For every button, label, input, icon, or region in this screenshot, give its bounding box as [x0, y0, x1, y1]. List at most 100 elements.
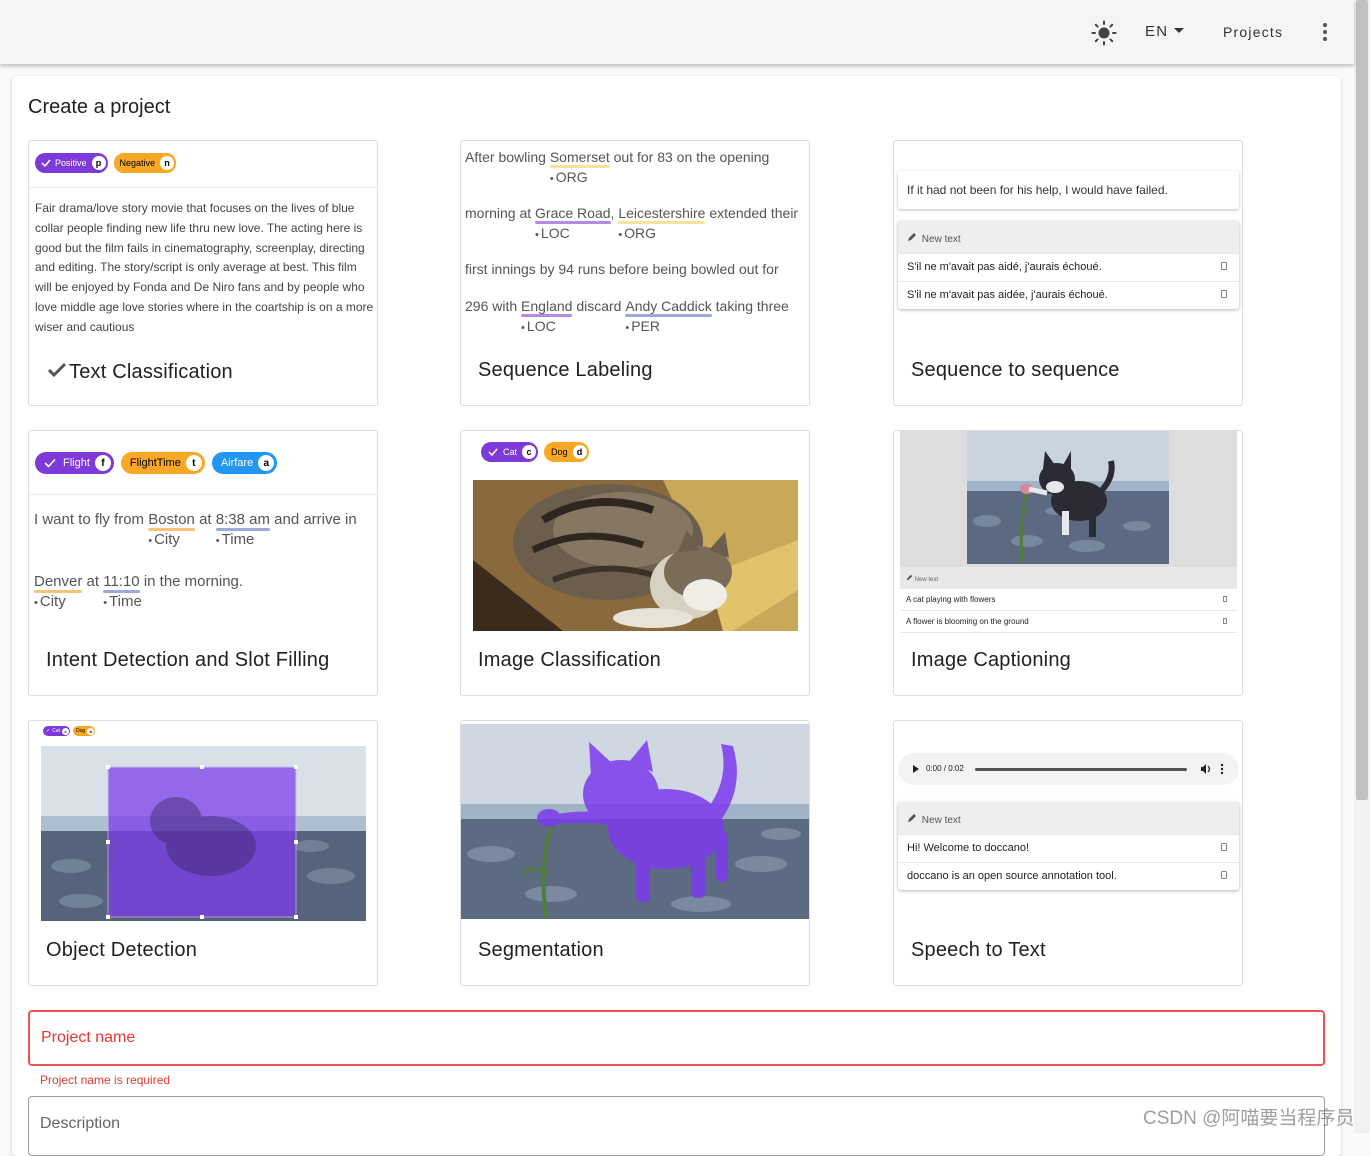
- new-text-input[interactable]: New text: [898, 221, 1239, 253]
- volume-icon[interactable]: [1200, 763, 1212, 775]
- delete-icon[interactable]: [1221, 290, 1227, 298]
- text-span: at: [82, 573, 104, 590]
- description-field[interactable]: Description: [28, 1096, 1325, 1156]
- label-chips: ✓ Cat c Dog d: [43, 726, 96, 736]
- entity-text: Boston: [148, 511, 195, 528]
- entity-tag: City: [34, 593, 66, 610]
- text-span: ,: [610, 205, 619, 221]
- entity-city: Boston City: [148, 511, 195, 548]
- more-vert-icon[interactable]: [1315, 22, 1335, 42]
- delete-icon[interactable]: [1223, 618, 1227, 624]
- list-item-text: S'il ne m'avait pas aidée, j'aurais écho…: [907, 289, 1108, 301]
- play-icon[interactable]: [913, 765, 919, 773]
- audio-player[interactable]: 0:00 / 0:02: [898, 753, 1239, 785]
- chip-key: d: [572, 445, 587, 459]
- project-type-speech-to-text[interactable]: 0:00 / 0:02 New text Hi! Welcome to docc…: [893, 720, 1243, 986]
- entity-time: 8:38 am Time: [215, 511, 270, 548]
- card-title: Sequence to sequence: [911, 359, 1120, 381]
- project-type-image-classification[interactable]: Cat c Dog d Image Classification: [460, 430, 810, 696]
- sample-text: Fair drama/love story movie that focuses…: [35, 201, 374, 334]
- text-span: and arrive in: [269, 511, 357, 528]
- label-chips: Flight f FlightTime t Airfare a: [35, 452, 278, 474]
- chip-label: Cat: [503, 447, 518, 457]
- entity-org: Somerset ORG: [549, 149, 610, 185]
- entity-underline: [521, 314, 573, 317]
- text-span: at: [194, 511, 216, 528]
- entity-text: 8:38 am: [215, 511, 270, 528]
- project-type-sequence-labeling[interactable]: After bowling Somerset ORG out for 83 on …: [460, 140, 810, 406]
- transcript-list: New text Hi! Welcome to doccano! doccano…: [898, 802, 1239, 890]
- chip-label: Airfare: [220, 457, 254, 469]
- list-item[interactable]: A flower is blooming on the ground: [900, 611, 1237, 633]
- caret-down-icon: [1174, 28, 1185, 33]
- chip-key: d: [87, 727, 95, 735]
- description-label: Description: [40, 1115, 121, 1132]
- list-item[interactable]: S'il ne m'avait pas aidé, j'aurais échou…: [898, 253, 1239, 281]
- entity-tag: PER: [625, 318, 660, 334]
- entity-tag: ORG: [618, 225, 656, 241]
- project-type-image-captioning[interactable]: New text A cat playing with flowers A fl…: [893, 430, 1243, 696]
- delete-icon[interactable]: [1221, 871, 1227, 879]
- new-text-input[interactable]: New text: [898, 802, 1239, 834]
- entity-city: Denver City: [34, 573, 83, 610]
- project-type-intent-detection[interactable]: Flight f FlightTime t Airfare a I want to f…: [28, 430, 378, 696]
- list-item[interactable]: S'il ne m'avait pas aidée, j'aurais écho…: [898, 281, 1239, 309]
- list-item-text: A flower is blooming on the ground: [906, 617, 1029, 626]
- chip-key: n: [160, 156, 175, 170]
- theme-toggle-icon[interactable]: [1091, 20, 1117, 46]
- text-span: After bowling: [465, 149, 550, 165]
- list-item-text: S'il ne m'avait pas aidé, j'aurais échou…: [907, 261, 1102, 273]
- entity-tag: Time: [216, 531, 255, 548]
- entity-time: 11:10 Time: [103, 573, 142, 610]
- bounding-box-image[interactable]: [41, 746, 366, 921]
- label-chip-negative: Negative n: [113, 153, 177, 173]
- project-type-segmentation[interactable]: Segmentation: [460, 720, 810, 986]
- list-item-text: A cat playing with flowers: [906, 595, 996, 604]
- chip-key: a: [258, 455, 275, 471]
- new-text-placeholder: New text: [921, 815, 961, 826]
- new-text-placeholder: New text: [921, 234, 961, 245]
- text-span: morning at: [465, 205, 536, 221]
- delete-icon[interactable]: [1223, 596, 1227, 602]
- project-name-field[interactable]: Project name: [28, 1010, 1325, 1066]
- cat-image: [473, 480, 798, 631]
- new-text-input[interactable]: New text: [900, 567, 1237, 589]
- entity-underline: [618, 221, 706, 224]
- pencil-icon: [907, 813, 919, 826]
- scrollbar[interactable]: [1354, 0, 1370, 1133]
- text-line: first innings by 94 runs before being bo…: [465, 261, 779, 277]
- project-name-error: Project name is required: [40, 1073, 171, 1087]
- language-label: EN: [1145, 23, 1169, 40]
- pencil-icon: [906, 574, 913, 581]
- project-name-label: Project name: [41, 1029, 136, 1046]
- list-item[interactable]: doccano is an open source annotation too…: [898, 862, 1239, 890]
- chip-label: Negative: [119, 158, 156, 168]
- language-menu-button[interactable]: EN: [1145, 23, 1185, 40]
- label-chip-airfare: Airfare a: [211, 452, 278, 474]
- audio-progress-bar[interactable]: [975, 768, 1187, 771]
- kitten-image: [967, 431, 1169, 564]
- chip-label: Cat: [52, 728, 60, 734]
- text-span: taking three: [711, 298, 789, 314]
- delete-icon[interactable]: [1221, 262, 1227, 270]
- chip-label: Positive: [55, 158, 87, 168]
- check-icon: [44, 458, 56, 468]
- check-icon: [488, 448, 498, 457]
- list-item[interactable]: A cat playing with flowers: [900, 589, 1237, 611]
- segmentation-image[interactable]: [461, 724, 810, 919]
- scrollbar-thumb[interactable]: [1356, 0, 1368, 800]
- more-vert-icon[interactable]: [1220, 763, 1224, 775]
- project-type-sequence-to-sequence[interactable]: If it had not been for his help, I would…: [893, 140, 1243, 406]
- chip-label: FlightTime: [129, 457, 181, 469]
- project-type-object-detection[interactable]: ✓ Cat c Dog d Object Detection: [28, 720, 378, 986]
- delete-icon[interactable]: [1221, 843, 1227, 851]
- entity-org: Leicestershire ORG: [618, 205, 706, 241]
- text-line: 296 with England LOC discard Andy Caddick…: [465, 298, 789, 334]
- projects-button[interactable]: Projects: [1223, 24, 1283, 40]
- label-chip-cat: Cat c: [481, 442, 539, 462]
- list-item[interactable]: Hi! Welcome to doccano!: [898, 834, 1239, 862]
- entity-text: Denver: [34, 573, 83, 590]
- project-type-text-classification[interactable]: Positive p Negative n Fair drama/love st…: [28, 140, 378, 406]
- card-title: Object Detection: [46, 939, 198, 961]
- list-item-text: doccano is an open source annotation too…: [907, 870, 1117, 882]
